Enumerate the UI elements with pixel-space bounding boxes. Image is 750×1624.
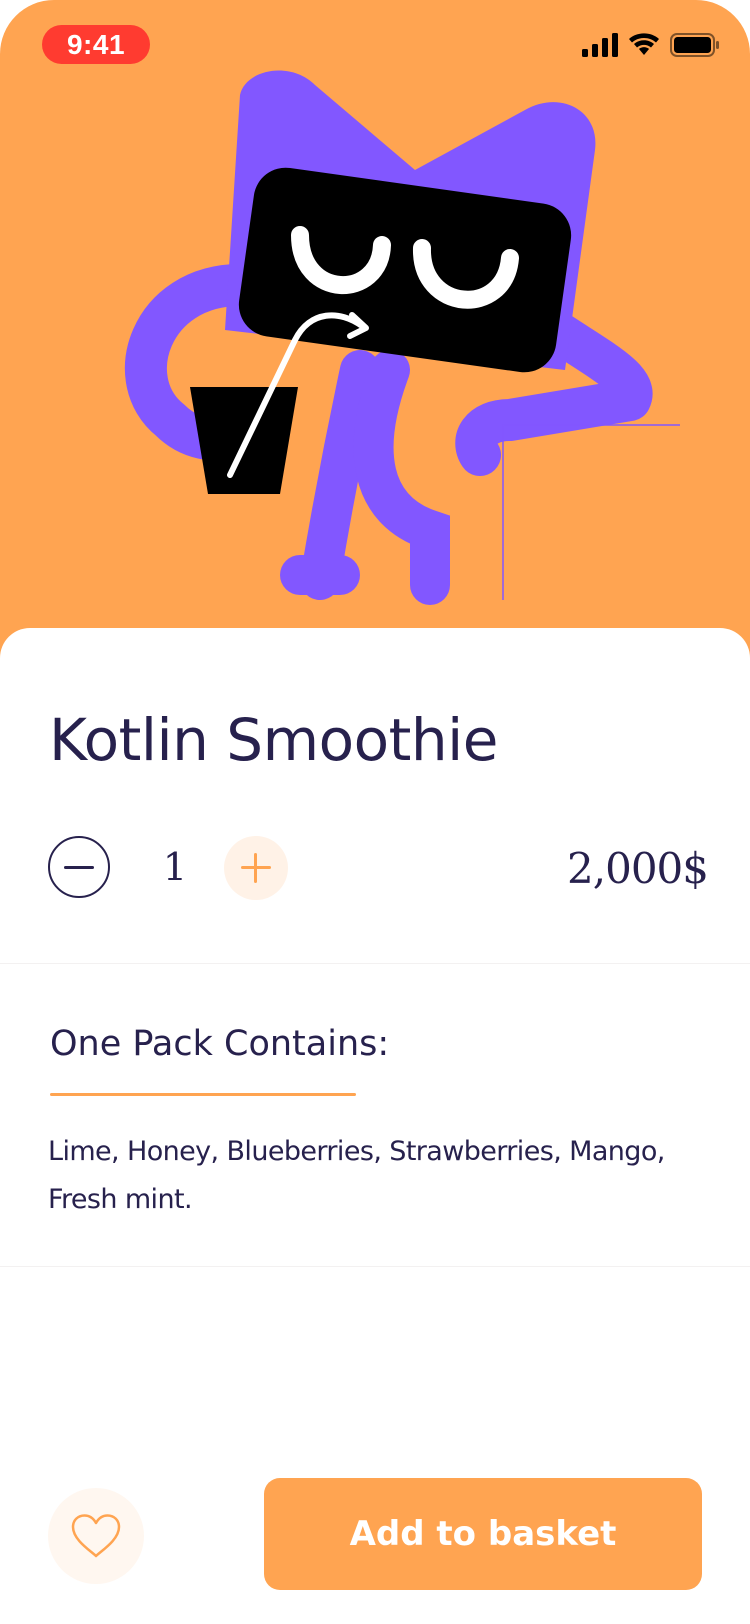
product-title: Kotlin Smoothie (49, 706, 498, 774)
status-icons (582, 30, 720, 60)
hero-banner: 9:41 (0, 0, 750, 660)
decrease-quantity-button[interactable] (48, 836, 110, 898)
contents-heading: One Pack Contains: (50, 1024, 390, 1064)
heart-icon (71, 1514, 121, 1558)
wifi-icon (629, 33, 659, 55)
favorite-button[interactable] (48, 1488, 144, 1584)
contents-heading-underline (50, 1093, 356, 1096)
product-price: 2,000$ (567, 844, 709, 893)
add-to-basket-button[interactable]: Add to basket (264, 1478, 702, 1590)
quantity-value: 1 (162, 845, 188, 889)
product-detail-screen: 9:41 Kotlin Smoothie 1 2,000$ One Pack C… (0, 0, 750, 1624)
kotlin-cat-mascot-illustration (124, 70, 680, 605)
cellular-signal-icon (582, 33, 618, 57)
product-info-card: Kotlin Smoothie 1 2,000$ One Pack Contai… (0, 628, 750, 1624)
ingredients-text: Lime, Honey, Blueberries, Strawberries, … (48, 1136, 665, 1215)
divider-top (0, 963, 750, 964)
status-bar: 9:41 (0, 0, 750, 88)
increase-quantity-button[interactable] (224, 836, 288, 900)
divider-bottom (0, 1266, 750, 1267)
battery-icon (670, 33, 719, 57)
status-time: 9:41 (42, 25, 150, 64)
